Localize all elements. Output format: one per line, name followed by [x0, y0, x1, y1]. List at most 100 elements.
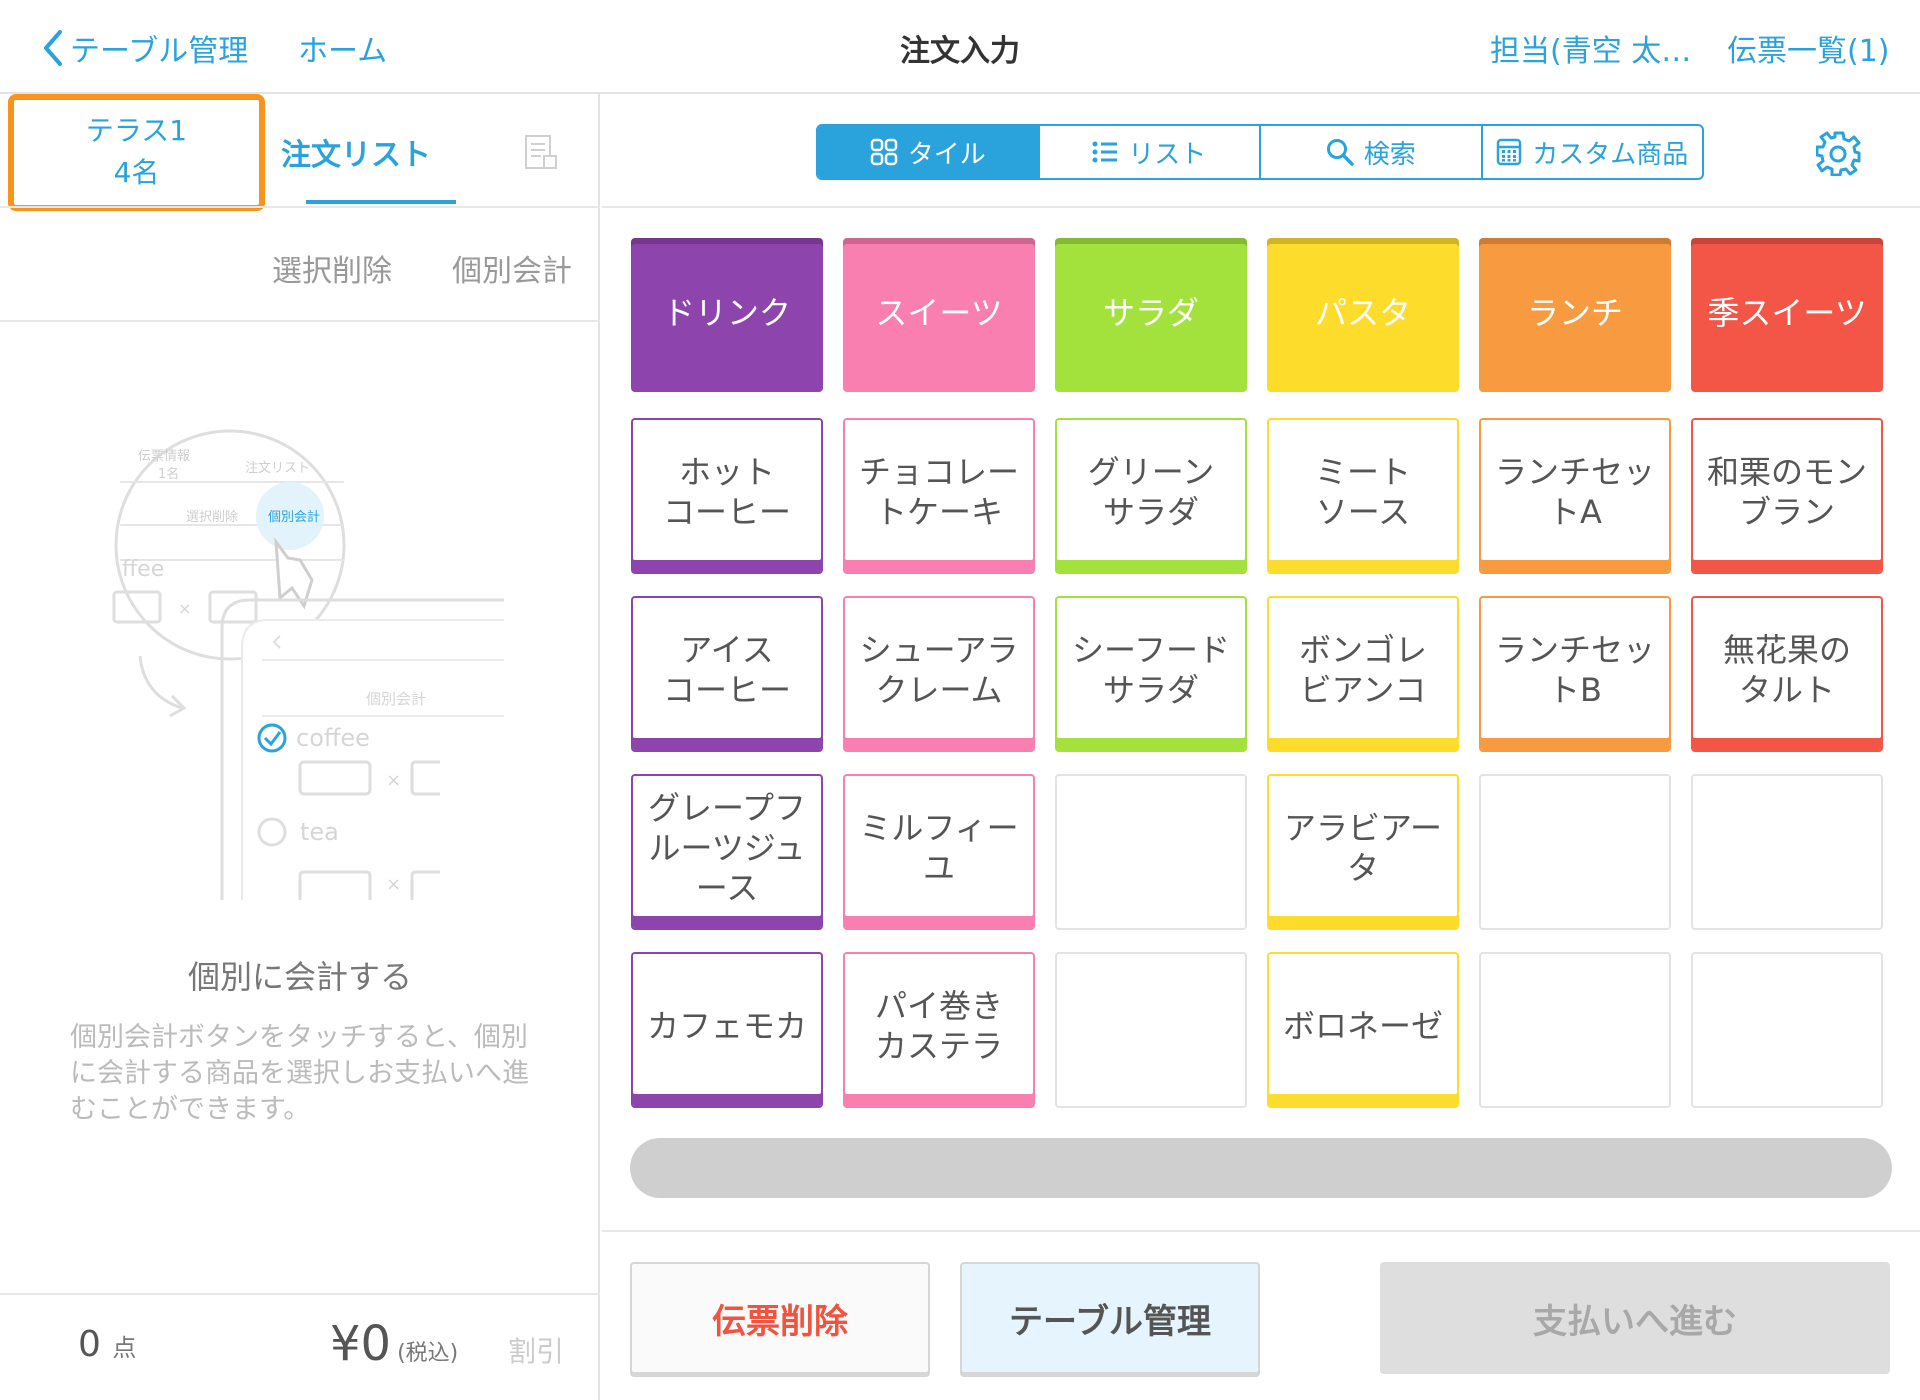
- product-tile[interactable]: ランチセッ トA: [1479, 418, 1671, 574]
- product-tile[interactable]: ミート ソース: [1267, 418, 1459, 574]
- tax-label: (税込): [397, 1341, 459, 1366]
- product-label: ミート ソース: [1314, 453, 1411, 531]
- table-manage-button[interactable]: テーブル管理: [960, 1262, 1260, 1374]
- proceed-payment-button[interactable]: 支払いへ進む: [1380, 1262, 1890, 1374]
- illus-item-partial: ffee: [122, 557, 164, 582]
- chevron-left-icon: [44, 30, 62, 66]
- product-tile[interactable]: ホット コーヒー: [631, 418, 823, 574]
- empty-slot[interactable]: [1479, 952, 1671, 1108]
- category-tile[interactable]: ランチ: [1479, 238, 1671, 392]
- table-name: テラス1: [85, 114, 188, 147]
- product-tile[interactable]: チョコレー トケーキ: [843, 418, 1035, 574]
- view-mode-tile[interactable]: タイル: [818, 126, 1038, 178]
- view-mode-custom[interactable]: カスタム商品: [1480, 126, 1703, 178]
- table-info-button[interactable]: テラス1 4名: [8, 94, 265, 211]
- product-tile[interactable]: カフェモカ: [631, 952, 823, 1108]
- item-count: 0 点: [78, 1324, 136, 1365]
- category-label: 季スイーツ: [1707, 294, 1867, 332]
- product-label: シーフード サラダ: [1071, 631, 1231, 709]
- gear-icon[interactable]: [1816, 130, 1862, 176]
- product-label: ホット コーヒー: [662, 453, 791, 531]
- list-icon: [1092, 141, 1118, 163]
- calculator-icon: [1496, 138, 1522, 166]
- category-label: スイーツ: [875, 294, 1003, 332]
- svg-text:×: ×: [178, 599, 191, 618]
- category-tile[interactable]: サラダ: [1055, 238, 1247, 392]
- product-tile[interactable]: アラビアー タ: [1267, 774, 1459, 930]
- svg-text:×: ×: [386, 874, 401, 895]
- divider: [0, 1293, 600, 1295]
- product-label: 和栗のモン ブラン: [1706, 453, 1867, 531]
- guide-title: 個別に会計する: [187, 958, 412, 996]
- product-tile[interactable]: アイス コーヒー: [631, 596, 823, 752]
- empty-slot[interactable]: [1055, 774, 1247, 930]
- product-tile[interactable]: グレープフ ルーツジュ ース: [631, 774, 823, 930]
- delete-slip-button[interactable]: 伝票削除: [630, 1262, 930, 1374]
- split-bill-illustration: 伝票情報 1名 注文リスト 選択削除 個別会計 ffee × 個別会計 coff…: [112, 429, 504, 900]
- product-tile[interactable]: 和栗のモン ブラン: [1691, 418, 1883, 574]
- empty-slot[interactable]: [1479, 774, 1671, 930]
- divider: [0, 320, 600, 322]
- horizontal-scrollbar[interactable]: [630, 1138, 1892, 1198]
- view-mode-custom-label: カスタム商品: [1532, 139, 1689, 170]
- item-count-value: 0: [78, 1324, 101, 1365]
- illus-slip-info: 伝票情報: [138, 449, 190, 464]
- split-bill-button[interactable]: 個別会計: [452, 246, 572, 290]
- product-label: 無花果の タルト: [1722, 631, 1851, 709]
- product-label: ランチセッ トB: [1494, 631, 1655, 709]
- illus-split-bill: 個別会計: [268, 509, 320, 525]
- category-tile[interactable]: スイーツ: [843, 238, 1035, 392]
- delete-selected-button[interactable]: 選択削除: [272, 246, 392, 290]
- product-tile[interactable]: パイ巻き カステラ: [843, 952, 1035, 1108]
- product-label: パイ巻き カステラ: [874, 987, 1003, 1065]
- home-link[interactable]: ホーム: [298, 26, 387, 70]
- tile-icon: [870, 138, 897, 166]
- product-tile[interactable]: ボンゴレ ビアンコ: [1267, 596, 1459, 752]
- product-tile[interactable]: 無花果の タルト: [1691, 596, 1883, 752]
- product-tile[interactable]: グリーン サラダ: [1055, 418, 1247, 574]
- discount-button[interactable]: 割引: [508, 1330, 564, 1370]
- product-label: ミルフィー ユ: [859, 809, 1019, 887]
- product-label: ランチセッ トA: [1494, 453, 1655, 531]
- product-tile[interactable]: シーフード サラダ: [1055, 596, 1247, 752]
- top-bar: 注文入力 テーブル管理 ホーム 担当(青空 太… 伝票一覧(1): [0, 0, 1920, 94]
- empty-slot[interactable]: [1055, 952, 1247, 1108]
- empty-slot[interactable]: [1691, 774, 1883, 930]
- category-label: サラダ: [1102, 294, 1199, 332]
- illus-item-tea: tea: [300, 818, 339, 846]
- receipt-icon[interactable]: [524, 134, 558, 170]
- illus-item-coffee: coffee: [296, 724, 370, 752]
- slip-list-link[interactable]: 伝票一覧(1): [1727, 26, 1890, 70]
- product-label: ボンゴレ ビアンコ: [1298, 631, 1427, 709]
- guide-text: 個別会計ボタンをタッチすると、個別に会計する商品を選択しお支払いへ進むことができ…: [70, 1022, 529, 1125]
- tab-order-list[interactable]: 注文リスト: [256, 94, 456, 204]
- back-button[interactable]: テーブル管理: [42, 26, 248, 70]
- product-tile[interactable]: シューアラ クレーム: [843, 596, 1035, 752]
- product-tile[interactable]: ボロネーゼ: [1267, 952, 1459, 1108]
- category-tile[interactable]: ドリンク: [631, 238, 823, 392]
- category-label: ドリンク: [662, 294, 791, 332]
- category-tile[interactable]: パスタ: [1267, 238, 1459, 392]
- empty-slot[interactable]: [1691, 952, 1883, 1108]
- category-label: パスタ: [1314, 294, 1411, 332]
- category-label: ランチ: [1526, 294, 1623, 332]
- view-mode-toggle: タイル リスト 検索 カスタム商品: [816, 124, 1704, 180]
- total-amount: ¥0: [330, 1316, 392, 1372]
- staff-selector[interactable]: 担当(青空 太…: [1490, 26, 1691, 70]
- divider: [602, 206, 1920, 208]
- party-size: 4名: [113, 156, 160, 189]
- search-icon: [1326, 139, 1354, 166]
- view-mode-search[interactable]: 検索: [1259, 126, 1481, 178]
- product-tile[interactable]: ランチセッ トB: [1479, 596, 1671, 752]
- view-mode-tile-label: タイル: [907, 139, 986, 170]
- illus-order-list: 注文リスト: [245, 461, 310, 476]
- view-mode-list[interactable]: リスト: [1037, 126, 1260, 178]
- back-label: テーブル管理: [70, 34, 249, 69]
- view-mode-search-label: 検索: [1363, 139, 1416, 170]
- category-tile[interactable]: 季スイーツ: [1691, 238, 1883, 392]
- product-tile[interactable]: ミルフィー ユ: [843, 774, 1035, 930]
- illus-slip-count: 1名: [158, 466, 179, 482]
- divider: [602, 1230, 1920, 1232]
- product-label: カフェモカ: [646, 1007, 807, 1045]
- order-total: ¥0 (税込): [330, 1316, 458, 1372]
